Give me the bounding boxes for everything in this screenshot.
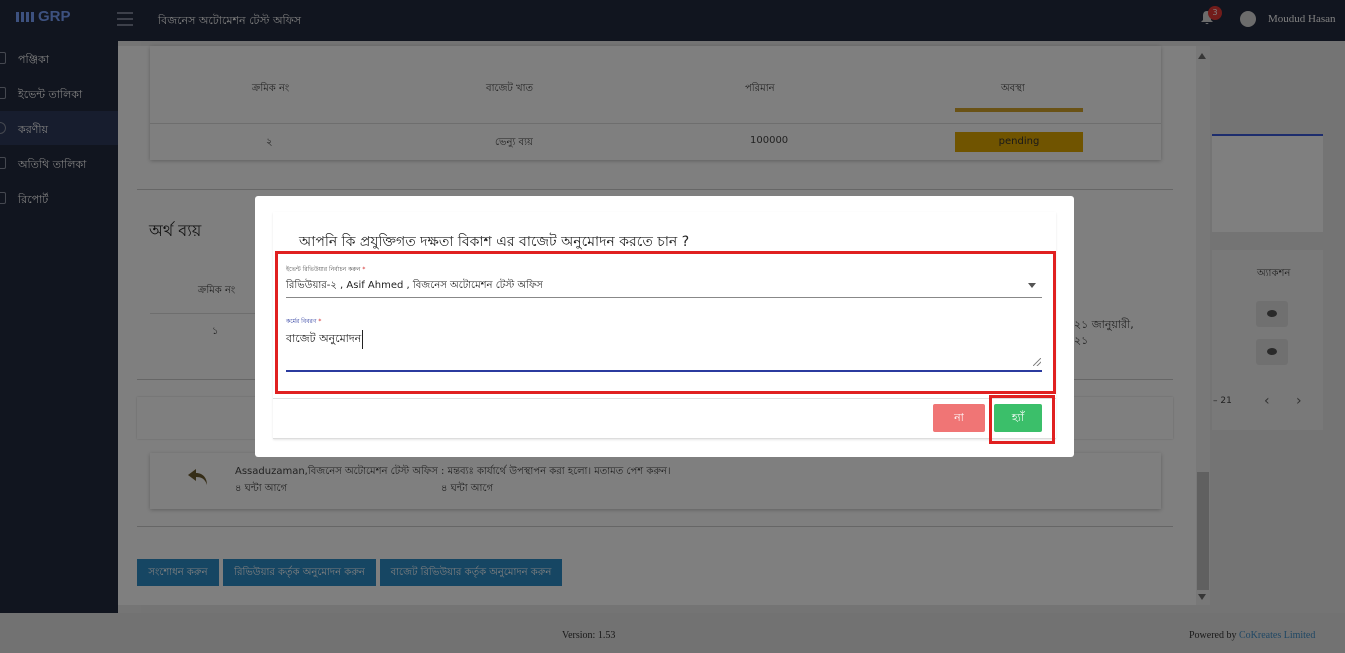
description-textarea[interactable] (286, 329, 1042, 369)
highlight-box-yes (989, 395, 1055, 444)
resize-handle-icon[interactable] (1033, 358, 1041, 366)
textarea-underline (286, 370, 1042, 372)
description-label: কর্মের বিবরণ * (286, 318, 322, 325)
modal-divider (273, 398, 1056, 399)
no-button[interactable]: না (933, 404, 985, 432)
description-text[interactable]: বাজেট অনুমোদন (286, 330, 364, 349)
highlight-box-fields (275, 251, 1056, 394)
reviewer-select-label: ইভেন্ট রিভিউয়ার নির্বাচন করুন * (286, 266, 366, 273)
chevron-down-icon[interactable] (1028, 283, 1036, 288)
reviewer-select[interactable]: রিভিউয়ার-২ , Asif Ahmed , বিজনেস অটোমেশ… (286, 278, 543, 295)
select-underline (286, 297, 1042, 298)
